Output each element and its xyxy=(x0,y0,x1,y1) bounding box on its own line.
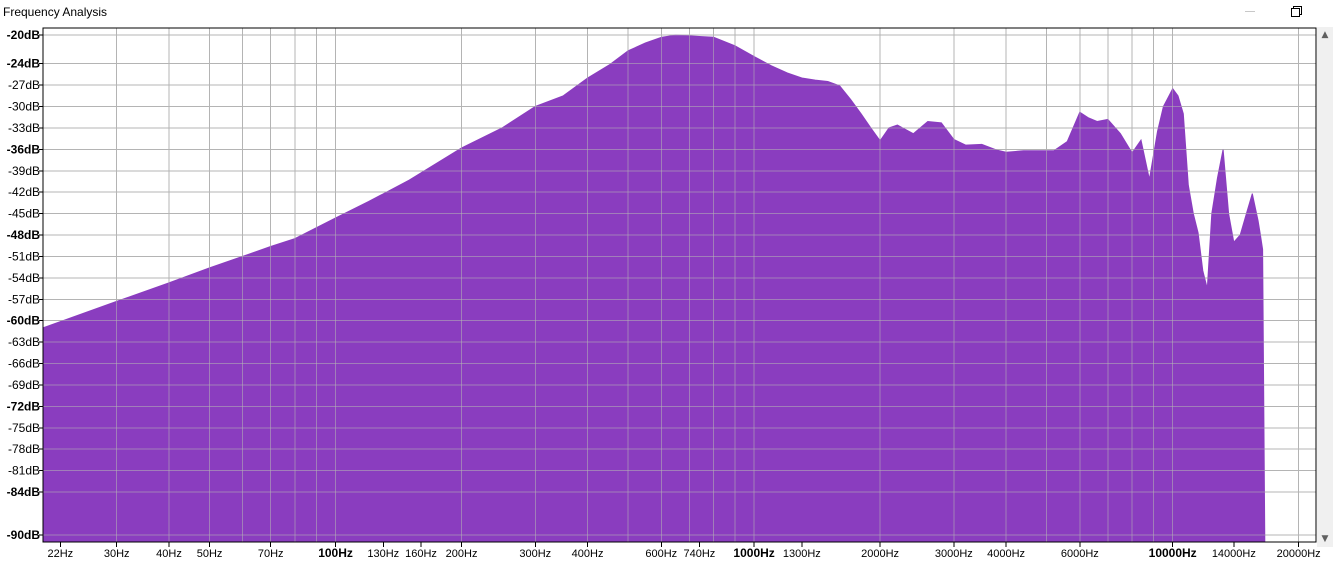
x-tick-label: 1300Hz xyxy=(783,548,821,560)
y-tick-label: -48dB xyxy=(7,228,41,242)
x-tick-label: 100Hz xyxy=(318,546,353,560)
y-tick-label: -36dB xyxy=(7,142,41,156)
x-tick-label: 600Hz xyxy=(645,548,677,560)
y-tick-label: -69dB xyxy=(8,378,40,392)
x-tick-label: 30Hz xyxy=(104,548,130,560)
y-tick-label: -63dB xyxy=(8,335,40,349)
y-tick-label: -75dB xyxy=(8,421,40,435)
x-tick-label: 14000Hz xyxy=(1212,548,1256,560)
y-tick-label: -60dB xyxy=(7,314,41,328)
x-tick-label: 300Hz xyxy=(519,548,551,560)
x-tick-label: 1000Hz xyxy=(733,546,774,560)
y-tick-label: -66dB xyxy=(8,357,40,371)
y-tick-label: -30dB xyxy=(8,100,40,114)
x-tick-label: 740Hz xyxy=(683,548,715,560)
y-tick-label: -45dB xyxy=(8,207,40,221)
y-tick-label: -39dB xyxy=(8,164,40,178)
x-tick-label: 22Hz xyxy=(47,548,73,560)
x-axis-ticks: 22Hz 30Hz 40Hz 50Hz 70Hz 100Hz 130Hz 160Hz 200Hz… xyxy=(47,542,1321,560)
y-tick-label: -33dB xyxy=(8,121,40,135)
x-tick-label: 20000Hz xyxy=(1277,548,1321,560)
x-tick-label: 130Hz xyxy=(367,548,399,560)
y-tick-label: -81dB xyxy=(8,464,40,478)
y-tick-label: -90dB xyxy=(7,528,41,542)
x-tick-label: 10000Hz xyxy=(1149,546,1197,560)
y-tick-label: -20dB xyxy=(7,28,41,42)
y-tick-label: -72dB xyxy=(7,399,41,413)
x-tick-label: 2000Hz xyxy=(861,548,899,560)
y-tick-label: -24dB xyxy=(7,57,41,71)
y-axis-ticks: -20dB -24dB -27dB -30dB -33dB -36dB -39dB -42dB… xyxy=(7,28,43,542)
x-tick-label: 40Hz xyxy=(156,548,182,560)
x-tick-label: 4000Hz xyxy=(987,548,1025,560)
restore-window-icon[interactable] xyxy=(1287,3,1303,19)
x-tick-label: 200Hz xyxy=(446,548,478,560)
frequency-spectrum-chart: -20dB -24dB -27dB -30dB -33dB -36dB -39dB -42dB… xyxy=(7,27,1321,560)
y-tick-label: -84dB xyxy=(7,485,41,499)
x-tick-label: 6000Hz xyxy=(1061,548,1099,560)
x-tick-label: 400Hz xyxy=(572,548,604,560)
y-tick-label: -42dB xyxy=(8,185,40,199)
minimize-window-icon[interactable] xyxy=(1243,4,1257,18)
y-tick-label: -54dB xyxy=(8,271,40,285)
y-tick-label: -51dB xyxy=(8,249,40,263)
title-bar: Frequency Analysis xyxy=(0,0,1333,24)
y-tick-label: -57dB xyxy=(8,292,40,306)
y-tick-label: -27dB xyxy=(8,78,40,92)
x-tick-label: 3000Hz xyxy=(935,548,973,560)
x-tick-label: 160Hz xyxy=(405,548,437,560)
x-tick-label: 70Hz xyxy=(258,548,284,560)
x-tick-label: 50Hz xyxy=(197,548,223,560)
y-tick-label: -78dB xyxy=(8,442,40,456)
window-title: Frequency Analysis xyxy=(3,5,108,19)
